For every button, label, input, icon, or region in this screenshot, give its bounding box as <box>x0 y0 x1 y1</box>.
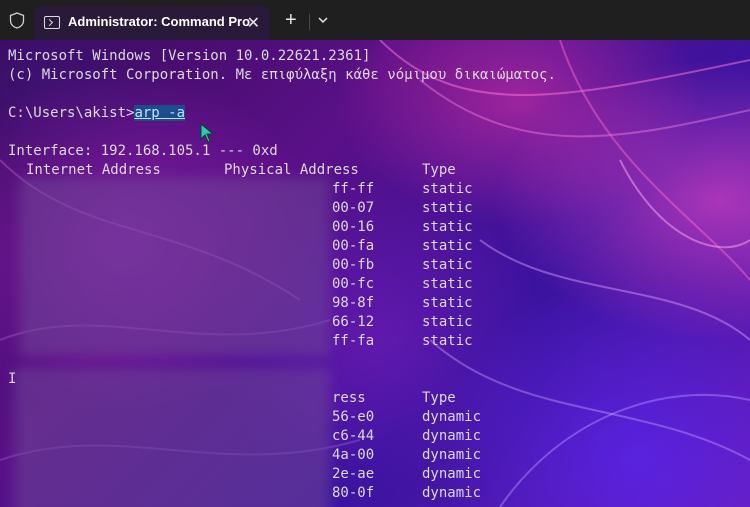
header-physical-address: Physical Address <box>224 162 359 178</box>
terminal-window: Administrator: Command Pro ✕ + Microsoft… <box>0 0 750 507</box>
redacted-area-bottom <box>14 368 330 507</box>
entry-type: static <box>422 295 473 311</box>
tab-close-icon[interactable]: ✕ <box>247 13 260 33</box>
mouse-cursor-icon <box>200 123 214 143</box>
new-tab-button[interactable]: + <box>285 10 297 30</box>
interface2-prefix: I <box>8 371 17 387</box>
mac-tail: 98-8f <box>332 295 375 311</box>
command-prompt-icon <box>44 16 60 29</box>
interface-line: Interface: 192.168.105.1 --- 0xd <box>8 143 278 159</box>
mac-tail: 00-16 <box>332 219 375 235</box>
chevron-down-icon[interactable] <box>316 14 330 26</box>
entry-type: static <box>422 181 473 197</box>
mac-tail: 2e-ae <box>332 466 375 482</box>
entry-type: static <box>422 333 473 349</box>
mac-tail: 00-fc <box>332 276 375 292</box>
version-line: Microsoft Windows [Version 10.0.22621.23… <box>8 48 371 64</box>
entry-type: static <box>422 276 473 292</box>
entry-type: static <box>422 314 473 330</box>
mac-tail: 00-07 <box>332 200 375 216</box>
tab-command-prompt[interactable]: Administrator: Command Pro ✕ <box>34 6 270 40</box>
mac-tail: 00-fb <box>332 257 375 273</box>
entry-type: dynamic <box>422 409 482 425</box>
command-text[interactable]: arp -a <box>134 105 186 121</box>
entry-type: dynamic <box>422 485 482 501</box>
entry-type: static <box>422 238 473 254</box>
mac-tail: 00-fa <box>332 238 375 254</box>
terminal-output[interactable]: Microsoft Windows [Version 10.0.22621.23… <box>0 40 750 507</box>
redacted-area-top <box>20 178 330 356</box>
tab-divider <box>309 14 310 30</box>
header2-physical-tail: ress <box>332 390 366 406</box>
title-bar: Administrator: Command Pro ✕ + <box>0 0 750 40</box>
entry-type: static <box>422 200 473 216</box>
mac-tail: 4a-00 <box>332 447 375 463</box>
shield-icon <box>9 12 25 29</box>
mac-tail: 66-12 <box>332 314 375 330</box>
prompt-text: C:\Users\akist> <box>8 105 135 121</box>
header-type: Type <box>422 162 456 178</box>
mac-tail: 56-e0 <box>332 409 375 425</box>
entry-type: dynamic <box>422 447 482 463</box>
mac-tail: ff-fa <box>332 333 375 349</box>
command-line: C:\Users\akist>arp -a <box>8 104 186 123</box>
mac-tail: 80-0f <box>332 485 375 501</box>
mac-tail: ff-ff <box>332 181 375 197</box>
tab-title: Administrator: Command Pro <box>68 14 251 29</box>
entry-type: dynamic <box>422 428 482 444</box>
entry-type: static <box>422 219 473 235</box>
copyright-line: (c) Microsoft Corporation. Με επιφύλαξη … <box>8 67 556 83</box>
header2-type: Type <box>422 390 456 406</box>
entry-type: static <box>422 257 473 273</box>
mac-tail: c6-44 <box>332 428 375 444</box>
entry-type: dynamic <box>422 466 482 482</box>
header-internet-address: Internet Address <box>26 162 161 178</box>
